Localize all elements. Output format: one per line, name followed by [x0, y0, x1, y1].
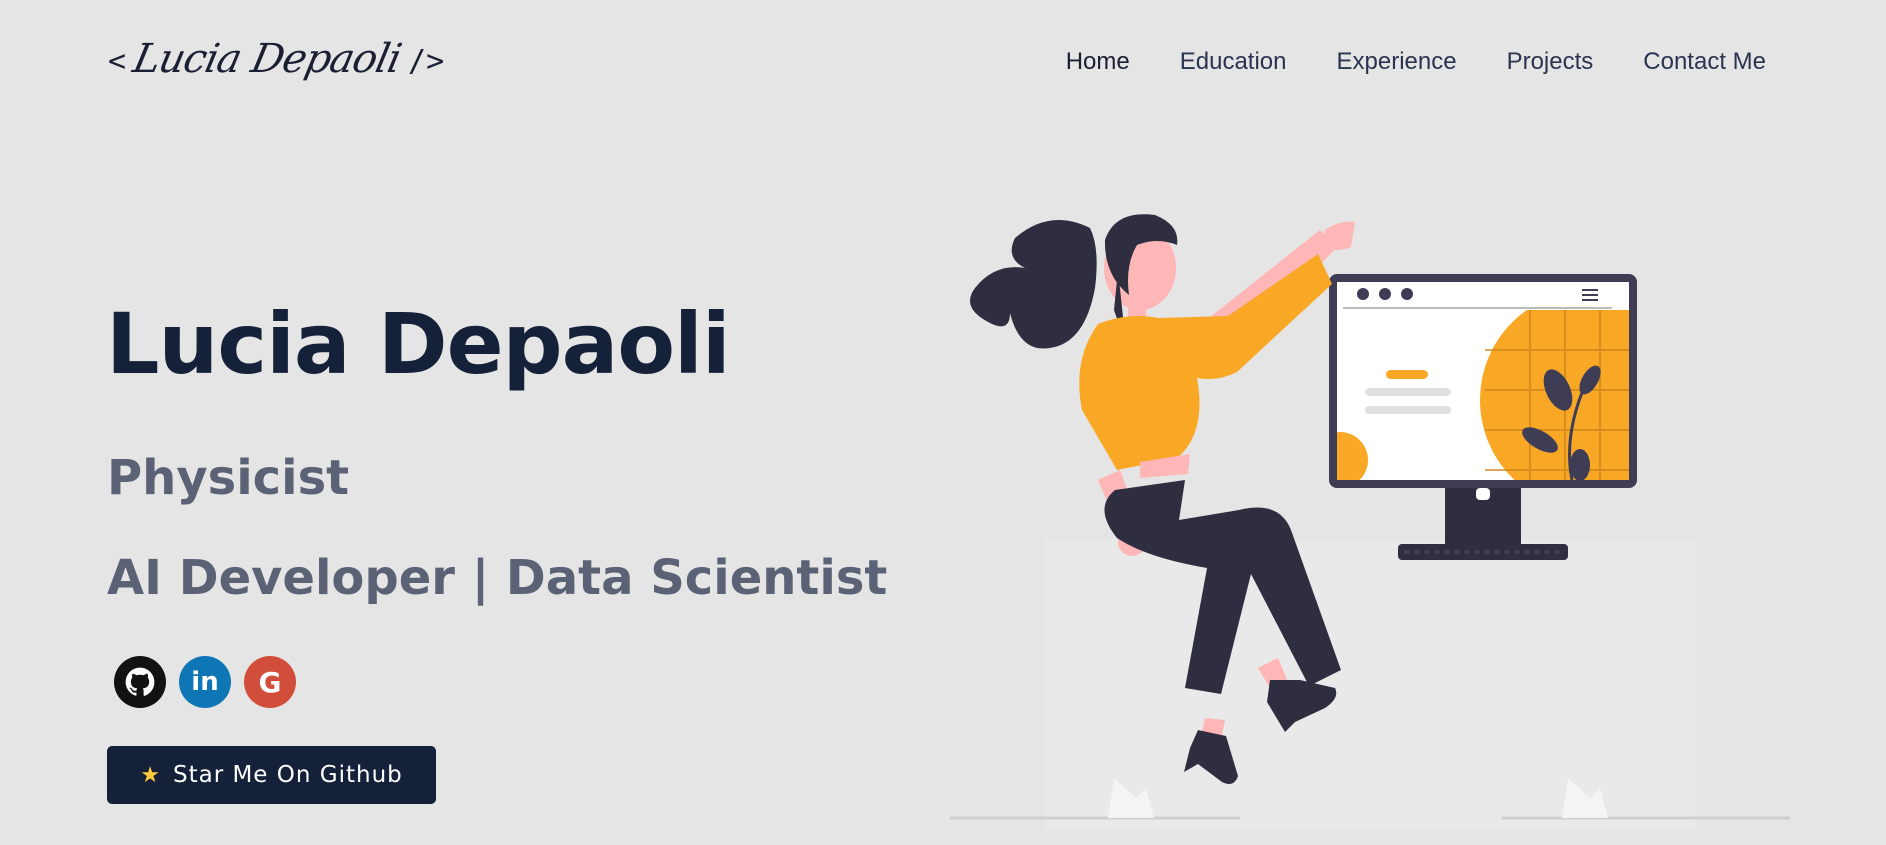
nav-experience[interactable]: Experience [1337, 48, 1457, 76]
hero-role-developer: AI Developer | Data Scientist [107, 550, 888, 606]
github-link[interactable] [114, 656, 166, 708]
github-icon [125, 667, 155, 696]
nav-projects[interactable]: Projects [1507, 48, 1594, 76]
monitor [1329, 274, 1637, 560]
star-github-button[interactable]: ★ Star Me On Github [107, 746, 436, 804]
google-link[interactable]: G [244, 656, 296, 708]
main-nav: Home Education Experience Projects Conta… [1066, 48, 1766, 76]
hero-illustration [950, 214, 1790, 830]
hero-name: Lucia Depaoli [106, 295, 731, 393]
illustration-backdrop [1045, 540, 1695, 830]
logo-signature: Lucia Depaoli [129, 36, 405, 82]
star-github-label: Star Me On Github [172, 762, 403, 788]
social-links: in G [114, 656, 296, 708]
nav-contact[interactable]: Contact Me [1643, 48, 1766, 76]
linkedin-icon: in [191, 667, 219, 697]
nav-education[interactable]: Education [1180, 48, 1287, 76]
portfolio-page: < Lucia Depaoli /> Home Education Experi… [0, 0, 1886, 845]
hero-role-physicist: Physicist [107, 450, 350, 506]
logo-open-bracket: < [108, 44, 127, 79]
nav-home[interactable]: Home [1066, 48, 1130, 76]
linkedin-link[interactable]: in [179, 656, 231, 708]
logo-close-bracket: /> [408, 44, 445, 79]
logo[interactable]: < Lucia Depaoli /> [108, 36, 444, 116]
google-icon: G [258, 665, 282, 699]
star-icon: ★ [140, 762, 161, 788]
